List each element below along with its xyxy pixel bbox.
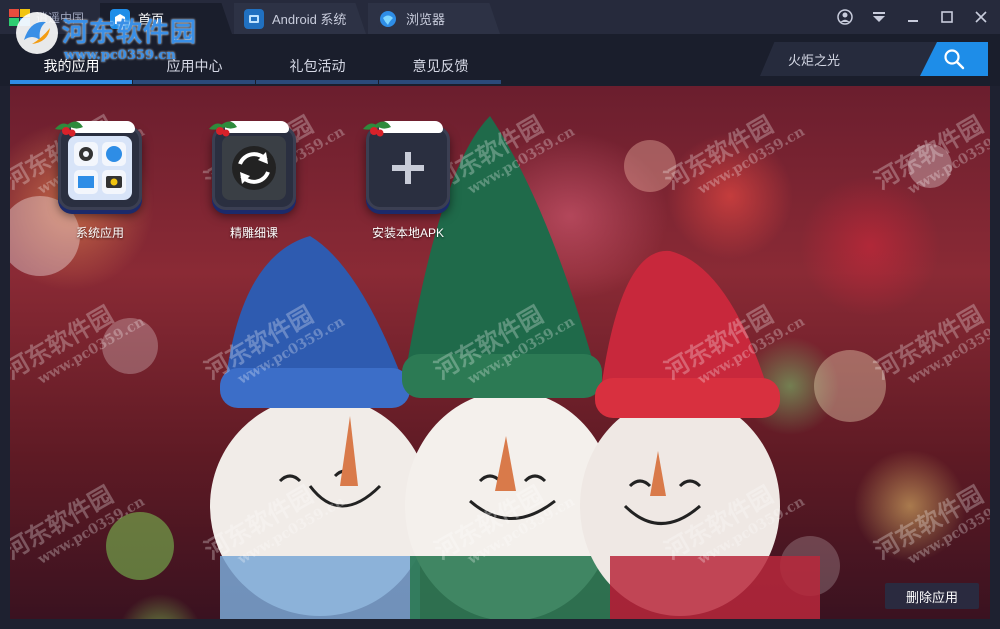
browser-icon [378,8,398,29]
app-label: 安装本地APK [371,226,444,240]
app-system-apps[interactable]: 系统应用 [50,121,150,241]
watermark-url: www.pc0359.cn [64,48,176,63]
tab-label: Android 系统 [272,12,347,27]
app-tile[interactable] [55,121,142,210]
holly-icon [363,121,391,137]
app-grid: 系统应用 精雕细课 安装本地APK [50,121,458,241]
app-label: 精雕细课 [229,226,278,240]
app-tile[interactable] [209,121,296,210]
delete-apps-button[interactable]: 删除应用 [885,583,979,609]
close-icon[interactable] [970,6,992,28]
window-controls [834,6,992,28]
navtab-feedback[interactable]: 意见反馈 [379,48,502,84]
watermark-title: 河东软件园 [62,18,198,48]
app-refresh[interactable]: 精雕细课 [204,121,304,241]
holly-icon [55,121,83,137]
holly-icon [209,121,237,137]
plus-icon [392,152,424,184]
search-input-value: 火炬之光 [788,52,841,68]
minimize-icon[interactable] [902,6,924,28]
android-icon [244,8,264,29]
app-label: 系统应用 [75,226,124,240]
app-install-local-apk[interactable]: 安装本地APK [358,121,458,241]
app-tile[interactable] [363,121,450,210]
tab-browser[interactable]: 浏览器 [368,3,500,34]
navtab-gift-events[interactable]: 礼包活动 [256,48,379,84]
search-icon [944,49,965,70]
my-apps-panel: 河东软件园 www.pc0359.cn 河东软件园 www.pc0359.cn 河东… [10,86,990,619]
menu-dropdown-icon[interactable] [868,6,890,28]
bottom-bar [0,619,1000,629]
watermark-logo-icon [16,12,58,54]
search-box: 火炬之光 [760,42,990,76]
search-input[interactable]: 火炬之光 [760,42,940,76]
user-icon[interactable] [834,6,856,28]
maximize-icon[interactable] [936,6,958,28]
tab-label: 浏览器 [406,12,446,27]
tab-android[interactable]: Android 系统 [234,3,366,34]
